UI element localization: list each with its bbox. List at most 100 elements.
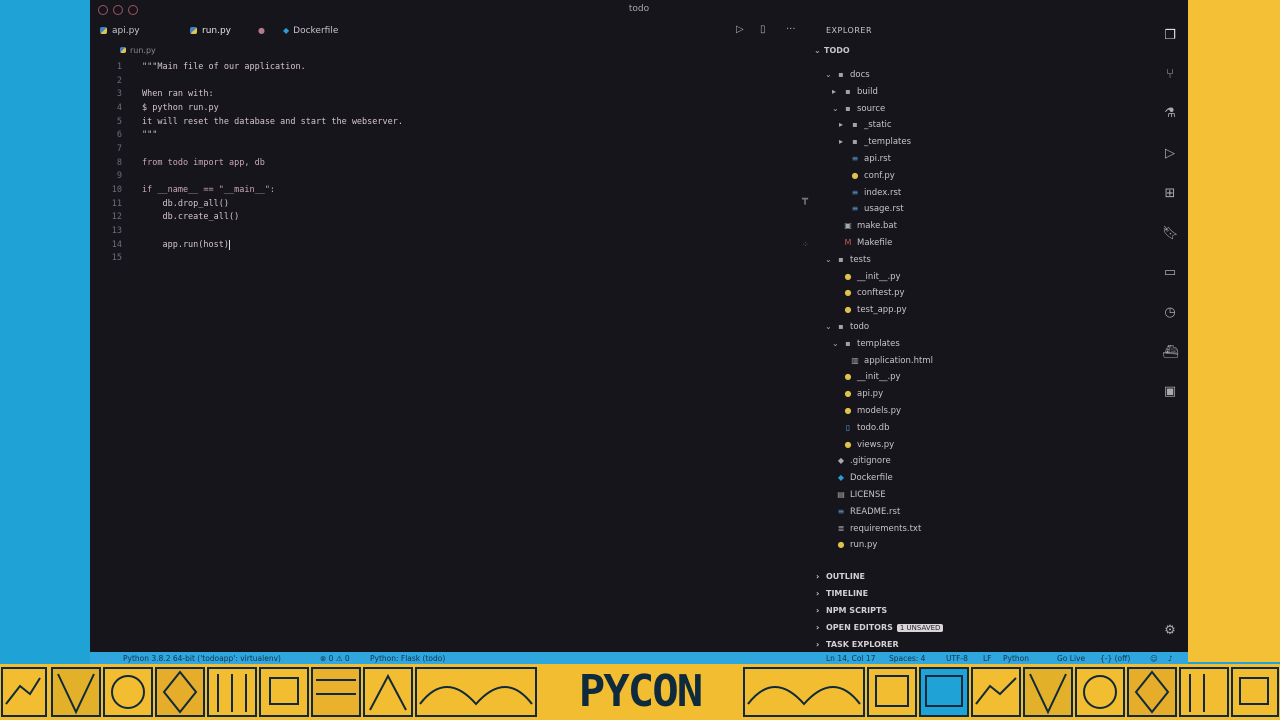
python-file-icon: ●	[851, 170, 859, 180]
code-line: 8 from todo import app, db	[116, 158, 265, 168]
tree-item[interactable]: ▤ LICENSE	[825, 487, 886, 503]
chevron-right-icon: ›	[816, 623, 820, 632]
tree-item[interactable]: ≡ api.rst	[839, 151, 891, 167]
section-npm-scripts[interactable]: › NPM SCRIPTS	[816, 606, 887, 615]
tab-bar: api.py run.py ● ◆ Dockerfile	[90, 22, 810, 42]
code-line: 4 $ python run.py	[116, 103, 219, 113]
python-file-icon: ●	[844, 372, 852, 382]
section-open-editors[interactable]: › OPEN EDITORS 1 UNSAVED	[816, 623, 944, 632]
tree-item[interactable]: ▸ ▪ build	[832, 84, 878, 100]
tree-item[interactable]: ● __init__.py	[832, 269, 901, 285]
extensions-icon[interactable]: ⊞	[1162, 186, 1178, 202]
section-task-explorer[interactable]: › TASK EXPLORER	[816, 640, 899, 649]
tree-item[interactable]: ≣ requirements.txt	[825, 521, 922, 537]
section-outline[interactable]: › OUTLINE	[816, 572, 865, 581]
tree-item[interactable]: ● conftest.py	[832, 285, 905, 301]
tree-item-label: LICENSE	[850, 490, 886, 500]
chevron-right-icon: ▸	[839, 120, 844, 130]
git-file-icon: ◆	[837, 456, 845, 466]
status-extra[interactable]: {-} (off)	[1100, 654, 1130, 663]
python-file-icon: ●	[844, 271, 852, 281]
status-debug-config[interactable]: Python: Flask (todo)	[370, 654, 445, 663]
notifications-bell-icon[interactable]: ♪	[1168, 654, 1173, 663]
tree-item[interactable]: ● run.py	[825, 537, 878, 553]
tree-item-label: tests	[850, 254, 871, 265]
folder-icon[interactable]: ▭	[1162, 265, 1178, 281]
status-cursor-position[interactable]: Ln 14, Col 17	[826, 654, 875, 663]
source-control-icon[interactable]: ⑂	[1162, 67, 1178, 83]
folder-icon: ▪	[852, 120, 858, 130]
unsaved-dot-icon[interactable]: ●	[258, 26, 265, 35]
tree-item-label: templates	[857, 338, 900, 349]
tree-item[interactable]: ⌄ ▪ docs	[825, 67, 870, 83]
tree-item[interactable]: ◆ .gitignore	[825, 453, 891, 469]
python-file-icon: ●	[837, 540, 845, 550]
python-file-icon: ●	[844, 406, 852, 415]
code-editor[interactable]: 1 """Main file of our application. 2 3 Whe…	[90, 60, 810, 650]
run-debug-icon[interactable]: ▷	[1162, 146, 1178, 162]
tree-item[interactable]: ● views.py	[832, 437, 895, 453]
split-editor-icon[interactable]: ▯	[760, 24, 766, 35]
run-icon[interactable]: ▷	[736, 24, 744, 35]
docker-icon: ◆	[283, 26, 290, 35]
tab-dockerfile[interactable]: ◆ Dockerfile	[283, 26, 338, 36]
status-go-live[interactable]: Go Live	[1057, 654, 1085, 663]
tree-item[interactable]: ● api.py	[832, 386, 884, 402]
tree-item-label: docs	[850, 70, 870, 80]
tab-api-py[interactable]: api.py	[100, 26, 140, 36]
status-language[interactable]: Python	[1003, 654, 1029, 663]
tree-item[interactable]: ≡ README.rst	[825, 504, 901, 520]
tree-item-label: application.html	[864, 355, 933, 366]
tree-item[interactable]: M Makefile	[832, 235, 893, 251]
explorer-root-todo[interactable]: ⌄ TODO	[814, 43, 850, 59]
title-bar: todo	[90, 0, 1188, 20]
tree-item[interactable]: ● conf.py	[839, 168, 895, 184]
python-file-icon: ●	[844, 439, 852, 449]
more-actions-icon[interactable]: ···	[786, 24, 796, 35]
tab-run-py[interactable]: run.py	[190, 26, 231, 36]
section-label: NPM SCRIPTS	[826, 606, 888, 615]
tree-item[interactable]: ● models.py	[832, 403, 902, 419]
section-timeline[interactable]: › TIMELINE	[816, 589, 868, 598]
docker-whale-icon[interactable]: ⛴	[1162, 345, 1179, 361]
tree-item[interactable]: ◆ Dockerfile	[825, 470, 893, 486]
status-problems[interactable]: ⊗ 0 ⚠ 0	[320, 654, 350, 663]
conference-banner: PYCON 2020	[0, 664, 1280, 720]
bookmark-icon[interactable]: 🔖︎	[1162, 226, 1179, 242]
tree-item[interactable]: ● test_app.py	[832, 302, 907, 318]
tree-item[interactable]: ⌄ ▪ todo	[825, 319, 869, 335]
remote-explorer-icon[interactable]: ▣	[1162, 384, 1178, 400]
section-label: OUTLINE	[826, 572, 865, 581]
tree-item[interactable]: ≡ index.rst	[839, 185, 902, 201]
tree-item[interactable]: ≡ usage.rst	[839, 201, 904, 217]
settings-gear-icon[interactable]: ⚙	[1162, 623, 1178, 639]
status-encoding[interactable]: UTF-8	[946, 654, 968, 663]
timeline-icon[interactable]: ◷	[1162, 305, 1178, 321]
tree-item[interactable]: ● __init__.py	[832, 369, 901, 385]
code-line: 7	[116, 144, 122, 154]
chevron-right-icon: ›	[816, 589, 820, 598]
bat-file-icon: ▣	[844, 221, 852, 231]
test-flask-icon[interactable]: ⚗	[1162, 106, 1178, 122]
tree-item[interactable]: ⌄ ▪ tests	[825, 252, 871, 268]
tree-item[interactable]: ▥ application.html	[839, 353, 933, 369]
breadcrumb[interactable]: run.py	[120, 46, 156, 55]
tree-item-label: Dockerfile	[850, 473, 893, 484]
tree-item[interactable]: ▸ ▪ _templates	[839, 134, 911, 150]
code-line: 1 """Main file of our application.	[116, 62, 306, 72]
tree-item[interactable]: ▸ ▪ _static	[839, 117, 892, 133]
code-line: 3 When ran with:	[116, 89, 214, 99]
tree-item[interactable]: ⌄ ▪ source	[832, 101, 885, 117]
right-frame	[1188, 0, 1280, 662]
status-interpreter[interactable]: Python 3.8.2 64-bit ('todoapp': virtuale…	[123, 654, 281, 663]
tree-item[interactable]: ⌄ ▪ templates	[832, 336, 900, 352]
explorer-files-icon[interactable]: ❐	[1162, 28, 1178, 44]
tree-item-label: .gitignore	[850, 456, 891, 467]
tree-item[interactable]: ▯ todo.db	[832, 420, 890, 436]
makefile-icon: M	[844, 238, 852, 247]
account-icon[interactable]: ☺	[1150, 654, 1158, 663]
status-eol[interactable]: LF	[983, 654, 992, 663]
tree-item-label: conftest.py	[857, 288, 905, 299]
status-indentation[interactable]: Spaces: 4	[889, 654, 925, 663]
tree-item[interactable]: ▣ make.bat	[832, 218, 897, 234]
